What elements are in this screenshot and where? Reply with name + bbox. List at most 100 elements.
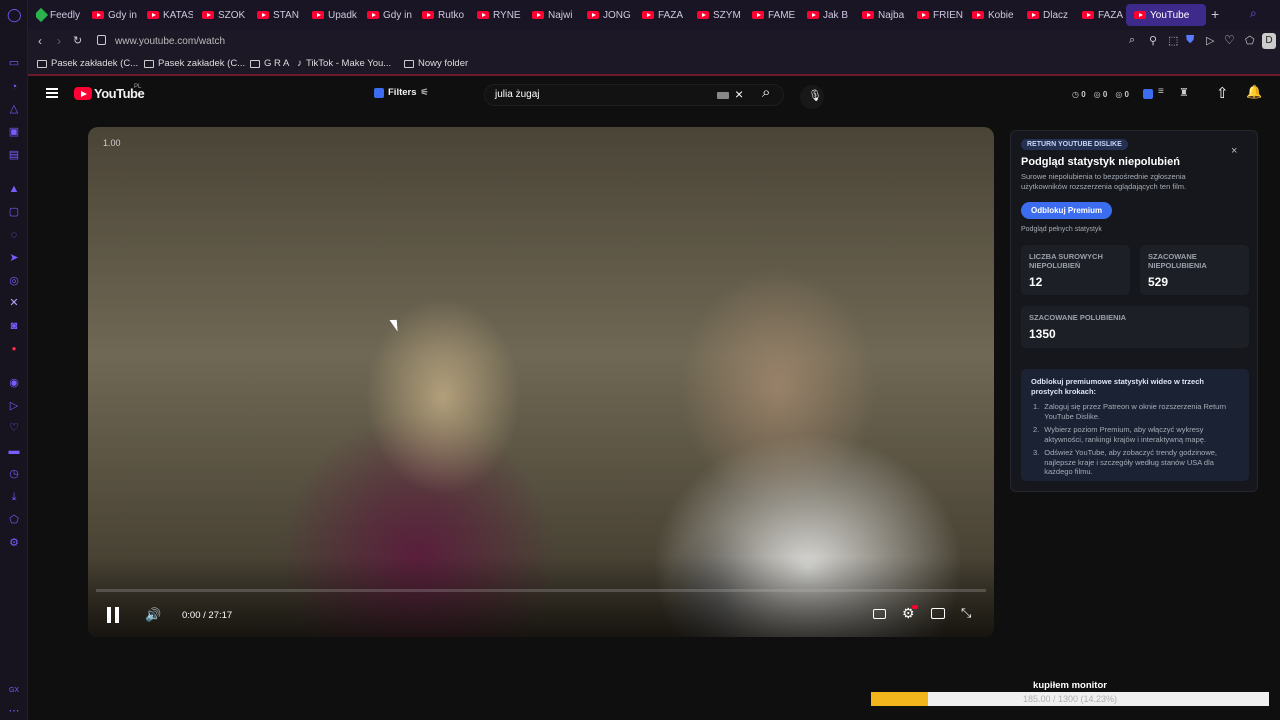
- menu-icon[interactable]: [46, 88, 58, 98]
- sidebar-player-icon[interactable]: ▤: [7, 148, 21, 162]
- reload-icon[interactable]: ↻: [73, 34, 82, 47]
- list-icon[interactable]: ≡: [1158, 86, 1164, 97]
- voice-search-button[interactable]: 🎙: [800, 85, 824, 109]
- youtube-logo-icon[interactable]: [74, 87, 92, 100]
- sidebar-more-icon[interactable]: ⋯: [7, 704, 21, 718]
- sidebar-instagram-icon[interactable]: ◎: [7, 274, 21, 288]
- controls-gradient: [88, 557, 994, 637]
- pin-icon[interactable]: ⚲: [1149, 34, 1157, 47]
- search-icon[interactable]: ⌕: [762, 84, 770, 101]
- upload-icon[interactable]: ⇧: [1216, 84, 1229, 102]
- new-tab-icon[interactable]: +: [1211, 6, 1219, 22]
- sidebar-telegram-icon[interactable]: ➤: [7, 251, 21, 265]
- sidebar-extension-icon[interactable]: ●: [7, 342, 21, 356]
- sidebar-aria-icon[interactable]: ◔: [7, 80, 21, 94]
- tab[interactable]: Gdy in: [92, 4, 138, 26]
- sidebar-history-icon[interactable]: ◷: [7, 467, 21, 481]
- tab[interactable]: FAZA: [1082, 4, 1128, 26]
- tab[interactable]: STAN: [257, 4, 303, 26]
- tiktok-icon: ♪: [297, 58, 302, 69]
- keyboard-icon[interactable]: [717, 92, 729, 99]
- close-icon[interactable]: ×: [1231, 145, 1237, 157]
- tab[interactable]: Feedly: [36, 4, 84, 26]
- tab[interactable]: FAZA: [642, 4, 688, 26]
- tab-search-icon[interactable]: ⌕: [1250, 6, 1257, 21]
- sidebar-aria-ai-icon[interactable]: ▲: [7, 182, 21, 196]
- sidebar-speed-dial-icon[interactable]: ▭: [7, 56, 21, 70]
- bookmark-item[interactable]: Nowy folder: [404, 58, 468, 69]
- notifications-bell-icon[interactable]: 🔔: [1246, 84, 1262, 100]
- youtube-icon: [1134, 11, 1146, 19]
- youtube-icon: [642, 11, 654, 19]
- fullscreen-icon[interactable]: ⤡: [961, 605, 971, 621]
- sidebar-wallet-icon[interactable]: ▬: [7, 444, 21, 458]
- tab[interactable]: FAME: [752, 4, 798, 26]
- sidebar-music-icon[interactable]: ◉: [7, 376, 21, 390]
- tab-active[interactable]: YouTube: [1126, 4, 1206, 26]
- sidebar-gx-icon[interactable]: GX: [7, 684, 21, 698]
- url-field[interactable]: www.youtube.com/watch: [115, 36, 225, 47]
- sidebar-messenger-icon[interactable]: ◌: [7, 228, 21, 242]
- sidebar-flow-icon[interactable]: ▷: [7, 399, 21, 413]
- sidebar-discord-icon[interactable]: ◙: [7, 319, 21, 333]
- sidebar-news-icon[interactable]: ▣: [7, 125, 21, 139]
- sidebar-heart-icon[interactable]: ♡: [7, 421, 21, 435]
- sidebar-settings-icon[interactable]: ⚙: [7, 536, 21, 550]
- sidebar-crypto-icon[interactable]: △: [7, 102, 21, 116]
- sidebar-twitch-icon[interactable]: ▢: [7, 205, 21, 219]
- tab[interactable]: Rutko: [422, 4, 468, 26]
- tab[interactable]: Upadk: [312, 4, 358, 26]
- bookmark-item[interactable]: Pasek zakładek (C...: [144, 58, 245, 69]
- tab[interactable]: Kobie: [972, 4, 1018, 26]
- search-input[interactable]: julia żugaj: [495, 89, 539, 100]
- tab-label: FAME: [768, 9, 796, 21]
- feedly-icon: [36, 7, 49, 23]
- tab-label: Kobie: [988, 9, 1014, 21]
- filters-button[interactable]: Filters ⚟: [374, 87, 429, 98]
- tab[interactable]: JONG: [587, 4, 633, 26]
- vpn-shield-icon[interactable]: ⛊: [1186, 34, 1194, 47]
- tab[interactable]: Najba: [862, 4, 908, 26]
- tab[interactable]: KATAS: [147, 4, 193, 26]
- snapshot-icon[interactable]: ⬚: [1168, 34, 1178, 47]
- volume-icon[interactable]: 🔊: [145, 607, 161, 623]
- bookmark-heart-icon[interactable]: ♡: [1224, 33, 1235, 47]
- sidebar-downloads-icon[interactable]: ⤓: [7, 490, 21, 504]
- bookmark-label: G R A: [264, 58, 290, 69]
- tab[interactable]: RYNE: [477, 4, 523, 26]
- tab[interactable]: SZOK: [202, 4, 248, 26]
- tab[interactable]: Dlacz: [1027, 4, 1073, 26]
- profile-avatar[interactable]: D: [1262, 33, 1276, 49]
- tab[interactable]: Gdy in: [367, 4, 413, 26]
- sidebar-x-icon[interactable]: ✕: [7, 296, 21, 310]
- back-icon[interactable]: ‹: [38, 34, 42, 48]
- video-player[interactable]: 1.00 🔊 0:00 / 27:17 ⚙ ⤡: [88, 127, 994, 637]
- zoom-icon[interactable]: ⌕: [1129, 34, 1135, 47]
- pause-icon[interactable]: [106, 607, 120, 623]
- microphone-icon: 🎙: [808, 90, 822, 102]
- bookmark-item[interactable]: ♪ TikTok - Make You...: [297, 58, 391, 69]
- tab[interactable]: Najwi: [532, 4, 578, 26]
- unlock-premium-button[interactable]: Odblokuj Premium: [1021, 202, 1113, 219]
- opera-logo-icon[interactable]: ◯: [7, 8, 22, 22]
- tab[interactable]: SZYM: [697, 4, 743, 26]
- subtitles-icon[interactable]: [873, 609, 886, 619]
- trophy-icon[interactable]: ♜: [1179, 86, 1189, 99]
- extensions-icon[interactable]: ⬠: [1245, 34, 1255, 47]
- time-display: 0:00 / 27:17: [182, 610, 233, 621]
- tab-label: Gdy in: [108, 9, 137, 21]
- tab-label: Feedly: [50, 9, 81, 21]
- extension-icon[interactable]: [1143, 89, 1153, 99]
- bookmark-item[interactable]: Pasek zakładek (C...: [37, 58, 138, 69]
- clear-search-icon[interactable]: ×: [735, 86, 743, 102]
- bookmark-item[interactable]: G R A: [250, 58, 289, 69]
- youtube-icon: [697, 11, 709, 19]
- play-icon[interactable]: ▷: [1206, 34, 1214, 47]
- sidebar-extensions-icon[interactable]: ⬠: [7, 513, 21, 527]
- forward-icon[interactable]: ›: [57, 34, 61, 48]
- tab[interactable]: Jak B: [807, 4, 853, 26]
- tab[interactable]: FRIEN: [917, 4, 963, 26]
- counter-value: 0: [1124, 90, 1129, 99]
- folder-icon: [250, 59, 260, 68]
- theater-mode-icon[interactable]: [931, 608, 945, 619]
